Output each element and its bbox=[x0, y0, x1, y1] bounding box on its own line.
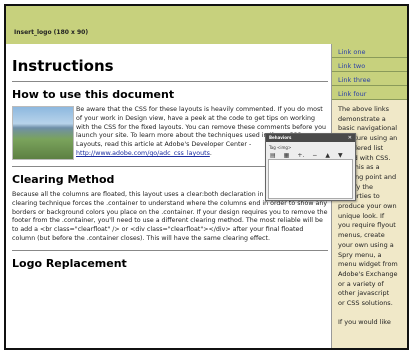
behaviors-panel[interactable]: Behaviors ✕ Tag <img> ▤ ▦ +. − ▲ ▼ bbox=[265, 133, 356, 201]
adobe-link[interactable]: http://www.adobe.com/go/adc_css_layouts bbox=[76, 150, 210, 157]
sidebar-line: menu widget from bbox=[338, 260, 398, 269]
tag-label: Tag <img> bbox=[269, 145, 292, 150]
sidebar-line: your own using a bbox=[338, 240, 394, 249]
page-title: Instructions bbox=[12, 57, 114, 75]
header: Insert_logo (180 x 90) bbox=[6, 6, 407, 44]
sidebar-line: demonstrate a bbox=[338, 114, 386, 123]
sidebar-line: produce your own bbox=[338, 202, 397, 211]
divider bbox=[12, 249, 328, 251]
paragraph-end: . bbox=[209, 149, 212, 157]
dreamweaver-design-view: Insert_logo (180 x 90) Instructions How … bbox=[4, 4, 409, 350]
sidebar-line: Spry menu, a bbox=[338, 250, 382, 259]
sidebar-line: Adobe's Exchange bbox=[338, 269, 398, 278]
sidebar-line: you require flyout bbox=[338, 221, 396, 230]
nav-link-two[interactable]: Link two bbox=[332, 58, 407, 72]
behaviors-list[interactable] bbox=[268, 159, 353, 199]
sidebar-line: or a variety of bbox=[338, 279, 384, 288]
section-heading: How to use this document bbox=[12, 88, 175, 101]
divider bbox=[12, 81, 328, 82]
panel-title[interactable]: Behaviors bbox=[266, 134, 355, 142]
nav-link-four[interactable]: Link four bbox=[332, 86, 407, 100]
sidebar-line: menus, create bbox=[338, 231, 385, 240]
close-icon[interactable]: ✕ bbox=[348, 134, 352, 142]
sidebar-line: other javascript bbox=[338, 289, 390, 298]
section-heading: Logo Replacement bbox=[12, 256, 127, 270]
sidebar-line bbox=[338, 309, 407, 319]
sidebar-line: unique look. If bbox=[338, 211, 385, 220]
sidebar-line: If you would like bbox=[338, 318, 391, 327]
sidebar-line: or CSS solutions. bbox=[338, 299, 393, 308]
sidebar-line: The above links bbox=[338, 105, 390, 113]
logo-placeholder[interactable]: Insert_logo (180 x 90) bbox=[9, 9, 329, 45]
nav-link-three[interactable]: Link three bbox=[332, 72, 407, 86]
nav-link-one[interactable]: Link one bbox=[332, 44, 407, 58]
landscape-thumbnail-image[interactable] bbox=[12, 106, 74, 160]
